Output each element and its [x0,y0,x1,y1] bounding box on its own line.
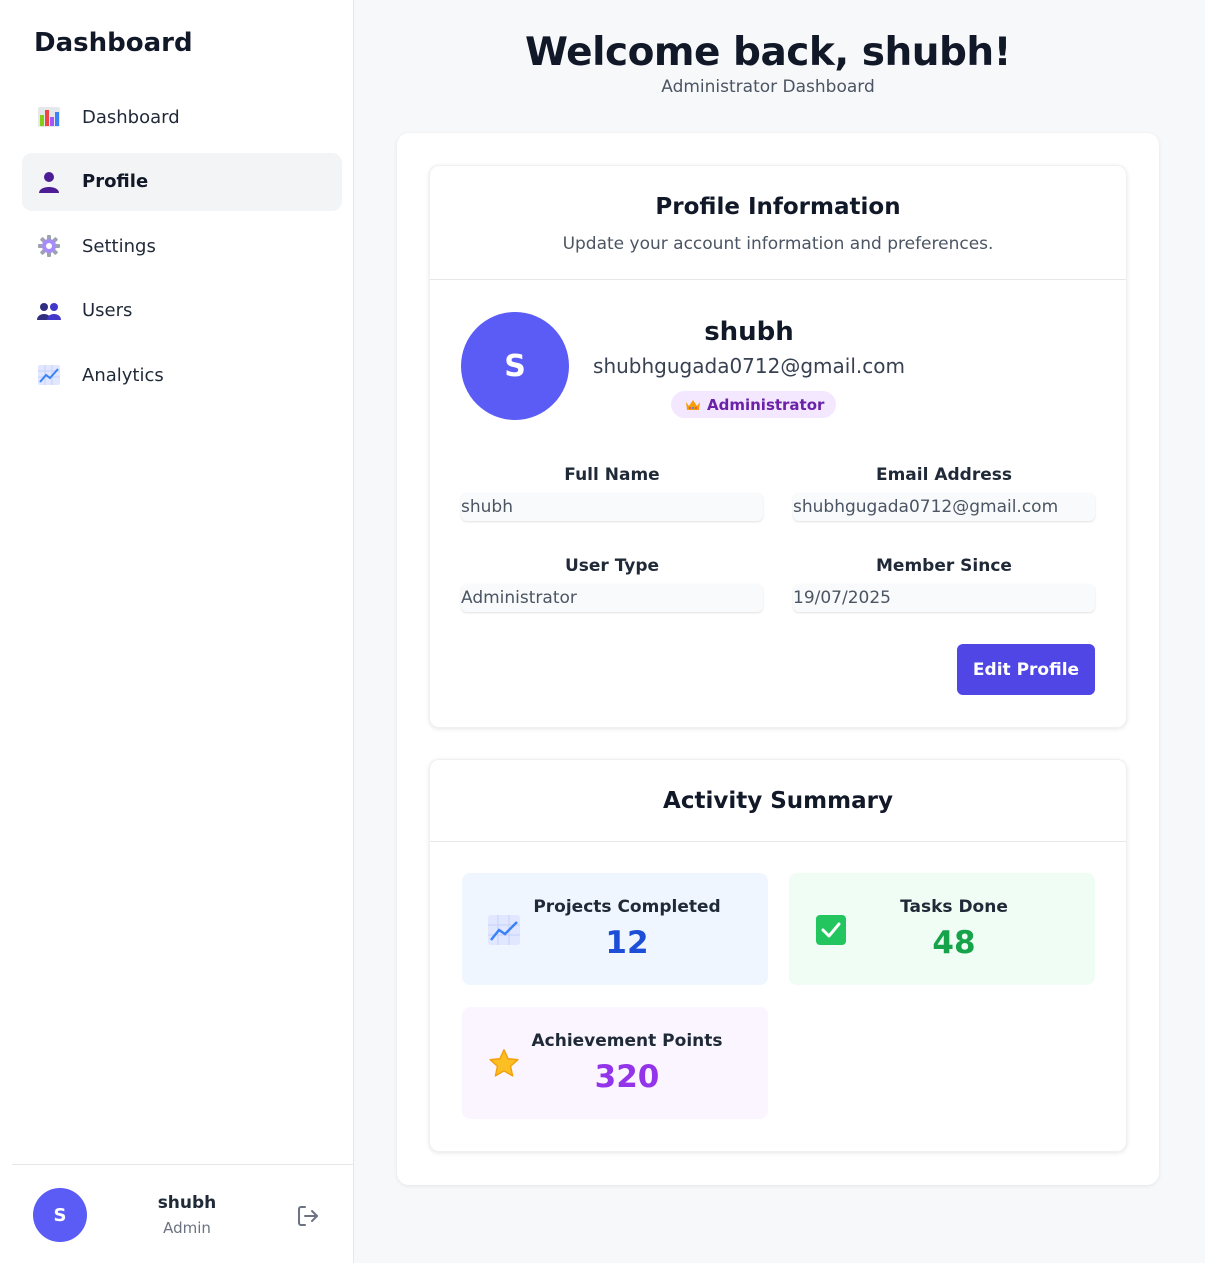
sidebar-nav: Dashboard Profile Settings Users Analyti… [22,88,342,411]
profile-card: Profile Information Update your account … [429,165,1127,728]
profile-card-subtitle: Update your account information and pref… [562,234,994,254]
stat-value: 12 [605,925,649,961]
sidebar-item-users[interactable]: Users [22,282,342,340]
activity-card-header: Activity Summary [430,760,1126,842]
profile-card-title: Profile Information [655,194,901,220]
avatar[interactable]: S [33,1188,87,1242]
user-type-label: User Type [564,556,660,576]
stat-label: Achievement Points [531,1031,723,1051]
stat-projects-completed: Projects Completed 12 [462,873,768,985]
email-field[interactable]: shubhgugada0712@gmail.com [793,493,1095,521]
sidebar-item-label: Profile [82,171,149,192]
full-name-label: Full Name [564,465,660,485]
member-since-label: Member Since [876,556,1012,576]
user-icon [36,169,62,195]
gear-icon [36,233,62,259]
stat-label: Tasks Done [900,897,1008,917]
profile-avatar: S [461,312,569,420]
bar-chart-icon [36,104,62,130]
sidebar: Dashboard Dashboard Profile Settings Use… [0,0,354,1263]
stat-achievement-points: Achievement Points 320 [462,1007,768,1119]
crown-icon [685,398,701,412]
chart-up-icon [486,913,522,947]
sidebar-item-settings[interactable]: Settings [22,217,342,275]
sidebar-item-dashboard[interactable]: Dashboard [22,88,342,146]
edit-profile-button[interactable]: Edit Profile [957,644,1095,695]
sidebar-item-label: Users [82,300,133,321]
star-icon [486,1047,522,1081]
sidebar-item-profile[interactable]: Profile [22,152,342,211]
full-name-field[interactable]: shubh [461,493,763,521]
sidebar-user-panel: S shubh Admin [12,1164,354,1263]
logout-icon[interactable] [294,1202,322,1230]
sidebar-item-analytics[interactable]: Analytics [22,346,342,404]
line-chart-icon [36,362,62,388]
sidebar-item-label: Settings [82,235,156,257]
sidebar-title: Dashboard [34,28,193,58]
stat-value: 48 [932,925,976,961]
main-content: Profile Information Update your account … [397,133,1159,1185]
checkmark-icon [813,913,849,947]
profile-card-header: Profile Information Update your account … [430,166,1126,280]
user-role: Admin [163,1219,211,1237]
page-subtitle: Administrator Dashboard [661,77,875,97]
stat-label: Projects Completed [533,897,721,917]
user-name: shubh [157,1193,217,1213]
sidebar-item-label: Analytics [82,364,164,386]
profile-email: shubhgugada0712@gmail.com [593,354,905,378]
role-badge: Administrator [671,391,837,418]
stat-value: 320 [594,1059,660,1095]
member-since-field[interactable]: 19/07/2025 [793,584,1095,612]
activity-card: Activity Summary Projects Completed 12 T… [429,759,1127,1152]
sidebar-item-label: Dashboard [82,106,180,128]
stat-tasks-done: Tasks Done 48 [789,873,1095,985]
page-title: Welcome back, shubh! [525,30,1011,75]
profile-name: shubh [704,317,794,347]
user-type-field[interactable]: Administrator [461,584,763,612]
role-badge-label: Administrator [707,395,825,414]
users-icon [36,298,62,324]
activity-card-title: Activity Summary [663,788,893,814]
email-label: Email Address [875,465,1013,485]
